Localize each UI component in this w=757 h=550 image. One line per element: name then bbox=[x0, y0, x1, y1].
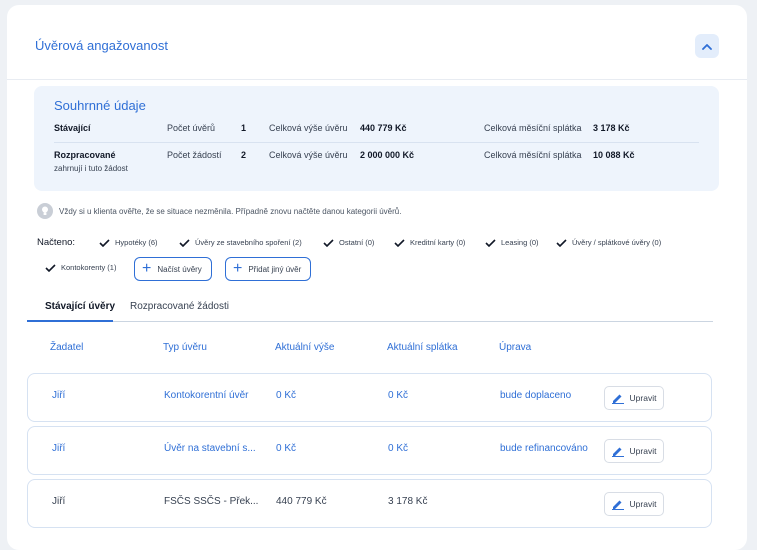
summary-sublabel: zahrnují i tuto žádost bbox=[54, 164, 128, 173]
table-row: Jiří Úvěr na stavební s... 0 Kč 0 Kč bud… bbox=[27, 426, 712, 475]
payment-cell: 0 Kč bbox=[388, 390, 409, 401]
checkmark-icon bbox=[394, 238, 405, 247]
checkmark-icon bbox=[99, 238, 110, 247]
section-title: Úvěrová angažovanost bbox=[35, 38, 168, 53]
count-value: 2 bbox=[241, 150, 247, 160]
total-value: 440 779 Kč bbox=[360, 123, 407, 133]
loan-type-cell: Kontokorentní úvěr bbox=[164, 390, 249, 401]
info-text: Vždy si u klienta ověřte, že se situace … bbox=[59, 206, 402, 216]
loaded-item: Leasing (0) bbox=[485, 238, 539, 247]
tab-bar: Stávající úvěry Rozpracované žádosti bbox=[27, 298, 713, 322]
checkmark-icon bbox=[556, 238, 567, 247]
tab-in-progress[interactable]: Rozpracované žádosti bbox=[130, 301, 229, 312]
column-header-action: Úprava bbox=[499, 342, 532, 353]
applicant-cell: Jiří bbox=[52, 390, 66, 401]
total-label: Celková výše úvěru bbox=[269, 123, 348, 133]
edit-button[interactable]: Upravit bbox=[604, 439, 664, 463]
tab-existing-loans[interactable]: Stávající úvěry bbox=[45, 301, 115, 312]
chevron-up-icon bbox=[702, 43, 712, 50]
applicant-cell: Jiří bbox=[52, 496, 66, 507]
amount-cell: 0 Kč bbox=[276, 443, 297, 454]
info-note: Vždy si u klienta ověřte, že se situace … bbox=[37, 203, 401, 219]
column-header-payment: Aktuální splátka bbox=[387, 342, 458, 353]
plus-icon: + bbox=[142, 260, 152, 277]
count-label: Počet úvěrů bbox=[167, 123, 216, 133]
pencil-icon bbox=[611, 500, 624, 510]
divider bbox=[7, 79, 747, 80]
loaded-item: Úvěry / splátkové úvěry (0) bbox=[556, 238, 661, 247]
count-value: 1 bbox=[241, 123, 247, 133]
loaded-item: Kontokorenty (1) bbox=[45, 263, 116, 272]
add-loan-button[interactable]: + Přidat jiný úvěr bbox=[225, 257, 312, 281]
applicant-cell: Jiří bbox=[52, 443, 66, 454]
loaded-item: Úvěry ze stavebního spoření (2) bbox=[179, 238, 302, 247]
amount-cell: 440 779 Kč bbox=[276, 496, 327, 507]
monthly-label: Celková měsíční splátka bbox=[484, 150, 582, 160]
payment-cell: 3 178 Kč bbox=[388, 496, 428, 507]
pencil-icon bbox=[611, 394, 624, 404]
monthly-label: Celková měsíční splátka bbox=[484, 123, 582, 133]
lightbulb-icon bbox=[37, 203, 53, 219]
summary-label: Rozpracované bbox=[54, 150, 116, 160]
loaded-item: Kreditní karty (0) bbox=[394, 238, 465, 247]
checkmark-icon bbox=[323, 238, 334, 247]
checkmark-icon bbox=[485, 238, 496, 247]
action-cell: bude doplaceno bbox=[500, 390, 572, 401]
load-loans-button[interactable]: + Načíst úvěry bbox=[134, 257, 212, 281]
pencil-icon bbox=[611, 447, 624, 457]
column-header-applicant: Žadatel bbox=[50, 342, 84, 353]
count-label: Počet žádostí bbox=[167, 150, 222, 160]
loaded-label: Načteno: bbox=[37, 237, 76, 248]
edit-button[interactable]: Upravit bbox=[604, 492, 664, 516]
column-header-amount: Aktuální výše bbox=[275, 342, 335, 353]
payment-cell: 0 Kč bbox=[388, 443, 409, 454]
loaded-item: Ostatní (0) bbox=[323, 238, 374, 247]
loaded-item: Hypotéky (6) bbox=[99, 238, 158, 247]
table-row: Jiří FSČS SSČS - Přek... 440 779 Kč 3 17… bbox=[27, 479, 712, 528]
summary-title: Souhrnné údaje bbox=[54, 98, 146, 113]
summary-panel: Souhrnné údaje Stávající Počet úvěrů 1 C… bbox=[34, 86, 719, 191]
column-header-loan-type: Typ úvěru bbox=[163, 342, 207, 353]
total-value: 2 000 000 Kč bbox=[360, 150, 415, 160]
plus-icon: + bbox=[233, 260, 243, 277]
monthly-value: 10 088 Kč bbox=[593, 150, 635, 160]
loan-type-cell: Úvěr na stavební s... bbox=[164, 443, 256, 454]
summary-divider bbox=[54, 142, 699, 143]
amount-cell: 0 Kč bbox=[276, 390, 297, 401]
checkmark-icon bbox=[179, 238, 190, 247]
loan-type-cell: FSČS SSČS - Přek... bbox=[164, 496, 259, 507]
monthly-value: 3 178 Kč bbox=[593, 123, 630, 133]
action-cell: bude refinancováno bbox=[500, 443, 588, 454]
active-tab-indicator bbox=[27, 320, 113, 322]
checkmark-icon bbox=[45, 263, 56, 272]
summary-label: Stávající bbox=[54, 123, 91, 133]
edit-button[interactable]: Upravit bbox=[604, 386, 664, 410]
total-label: Celková výše úvěru bbox=[269, 150, 348, 160]
collapse-button[interactable] bbox=[695, 34, 719, 58]
table-row: Jiří Kontokorentní úvěr 0 Kč 0 Kč bude d… bbox=[27, 373, 712, 422]
